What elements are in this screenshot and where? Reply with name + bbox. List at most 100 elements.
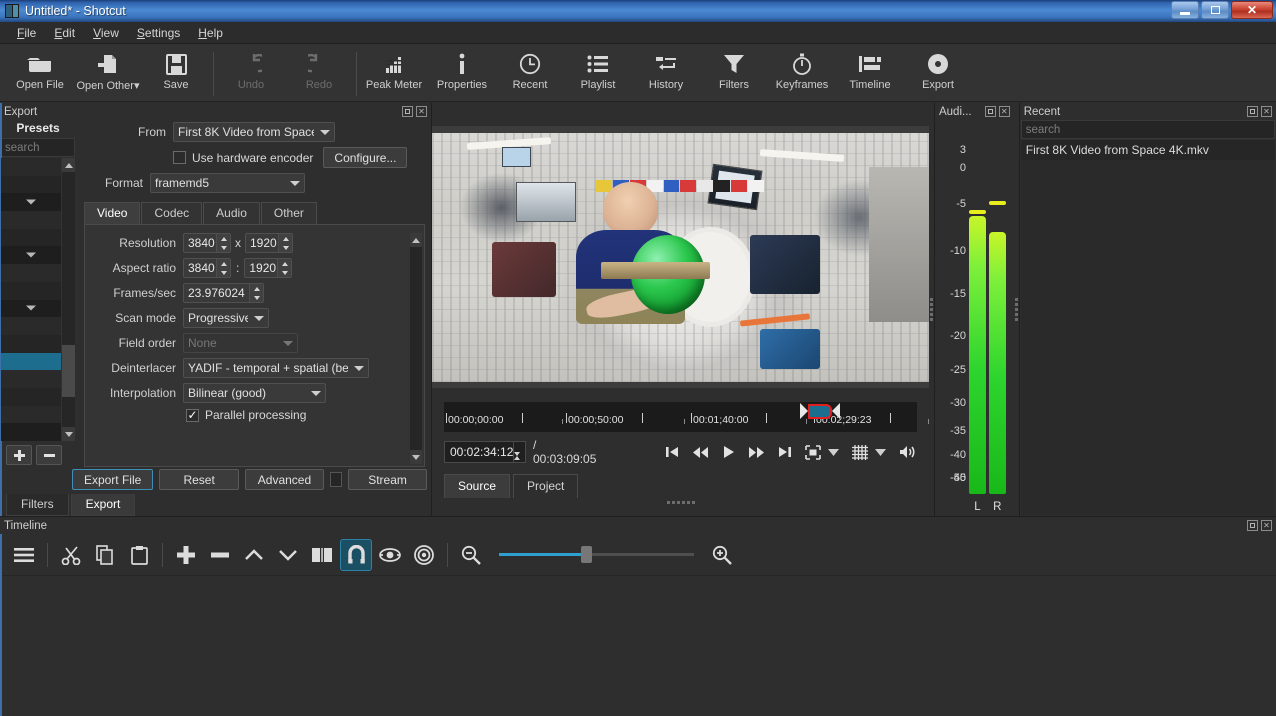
- reset-button[interactable]: Reset: [159, 469, 239, 490]
- stepper-down-icon[interactable]: [514, 452, 525, 470]
- menu-file[interactable]: File: [8, 24, 45, 42]
- float-icon[interactable]: [402, 106, 413, 117]
- resolution-height-input[interactable]: 1920: [245, 233, 293, 253]
- frames-sec-input[interactable]: 23.976024: [183, 283, 264, 303]
- zoom-fit-icon[interactable]: [805, 444, 821, 460]
- interpolation-combo[interactable]: Bilinear (good): [183, 383, 326, 403]
- stepper-up-icon[interactable]: [250, 284, 263, 293]
- preset-row[interactable]: [1, 334, 61, 353]
- color-swatch[interactable]: [329, 472, 343, 487]
- stepper-down-icon[interactable]: [250, 293, 263, 302]
- resolution-width-input[interactable]: 3840: [183, 233, 231, 253]
- scroll-up-icon[interactable]: [62, 158, 75, 172]
- toolbar-history[interactable]: History: [632, 48, 700, 100]
- split-icon[interactable]: [306, 539, 338, 571]
- close-icon[interactable]: ✕: [998, 106, 1010, 117]
- current-position-input[interactable]: 00:02:34:12: [444, 441, 526, 470]
- format-combo[interactable]: framemd5: [150, 173, 305, 193]
- player-timeline-ruler[interactable]: 00:00;00:00 00:00;50:00 00:01;40:00 00:0…: [444, 402, 929, 432]
- export-file-button[interactable]: Export File: [72, 469, 154, 490]
- tab-source[interactable]: Source: [444, 474, 511, 498]
- close-icon[interactable]: ✕: [416, 106, 427, 117]
- menu-settings[interactable]: Settings: [128, 24, 189, 42]
- scrollbar-track[interactable]: [410, 247, 422, 450]
- fast-forward-icon[interactable]: [748, 446, 765, 459]
- grid-icon[interactable]: [852, 444, 868, 460]
- configure-button[interactable]: Configure...: [323, 147, 408, 168]
- volume-icon[interactable]: [899, 445, 917, 459]
- toolbar-filters[interactable]: Filters: [700, 48, 768, 100]
- slider-thumb[interactable]: [580, 546, 592, 563]
- maximize-button[interactable]: [1201, 1, 1229, 19]
- in-out-markers[interactable]: [800, 403, 840, 419]
- out-point-marker[interactable]: [832, 403, 840, 419]
- scrollbar-track[interactable]: [62, 172, 75, 427]
- aspect-num-input[interactable]: 3840: [183, 258, 231, 278]
- scan-mode-combo[interactable]: Progressive: [183, 308, 269, 328]
- toolbar-save[interactable]: Save: [142, 48, 210, 100]
- scroll-up-icon[interactable]: [410, 233, 422, 247]
- preset-group-row[interactable]: [1, 193, 61, 212]
- copy-icon[interactable]: [89, 539, 121, 571]
- stepper-up-icon[interactable]: [279, 234, 292, 243]
- minimize-button[interactable]: [1171, 1, 1199, 19]
- playhead[interactable]: [808, 403, 832, 419]
- float-icon[interactable]: [1247, 520, 1258, 531]
- scroll-down-icon[interactable]: [410, 450, 422, 464]
- preset-row[interactable]: [1, 370, 61, 388]
- toolbar-playlist[interactable]: Playlist: [564, 48, 632, 100]
- recent-list[interactable]: First 8K Video from Space 4K.mkv: [1020, 140, 1275, 515]
- preset-row[interactable]: [1, 387, 61, 406]
- panel-resize-grip-horizontal[interactable]: [432, 498, 929, 507]
- float-icon[interactable]: [1246, 106, 1258, 117]
- grid-dropdown-icon[interactable]: [875, 448, 886, 456]
- toolbar-timeline[interactable]: Timeline: [836, 48, 904, 100]
- tab-codec[interactable]: Codec: [141, 202, 203, 224]
- presets-list[interactable]: [1, 158, 75, 441]
- toolbar-redo[interactable]: Redo: [285, 48, 353, 100]
- preset-row-selected[interactable]: [1, 352, 61, 371]
- field-order-combo[interactable]: None: [183, 333, 298, 353]
- preset-row[interactable]: [1, 281, 61, 300]
- stream-button[interactable]: Stream: [348, 469, 428, 490]
- overwrite-icon[interactable]: [272, 539, 304, 571]
- menu-edit[interactable]: Edit: [45, 24, 84, 42]
- timeline-zoom-slider[interactable]: [499, 545, 694, 565]
- dock-tab-filters[interactable]: Filters: [6, 494, 69, 516]
- skip-to-start-icon[interactable]: [665, 445, 679, 459]
- scroll-down-icon[interactable]: [62, 427, 75, 441]
- tab-other[interactable]: Other: [260, 202, 317, 224]
- lift-icon[interactable]: [238, 539, 270, 571]
- menu-view[interactable]: View: [84, 24, 128, 42]
- hardware-encoder-checkbox[interactable]: [173, 151, 186, 164]
- menu-help[interactable]: Help: [189, 24, 232, 42]
- remove-preset-button[interactable]: [36, 445, 62, 465]
- toolbar-open-other[interactable]: Open Other▾: [74, 48, 142, 100]
- recent-search-input[interactable]: search: [1020, 120, 1275, 139]
- stepper-up-icon[interactable]: [217, 234, 230, 243]
- rewind-icon[interactable]: [692, 446, 709, 459]
- scrollbar-thumb[interactable]: [62, 345, 75, 398]
- stepper-down-icon[interactable]: [278, 268, 292, 277]
- video-tab-scrollbar[interactable]: [409, 233, 422, 464]
- paste-icon[interactable]: [123, 539, 155, 571]
- ripple-delete-icon[interactable]: [204, 539, 236, 571]
- dock-tab-export[interactable]: Export: [70, 494, 136, 516]
- cut-icon[interactable]: [55, 539, 87, 571]
- add-preset-button[interactable]: [6, 445, 32, 465]
- stepper-down-icon[interactable]: [217, 268, 230, 277]
- preset-row[interactable]: [1, 158, 61, 176]
- tab-project[interactable]: Project: [513, 474, 579, 498]
- parallel-processing-checkbox[interactable]: [186, 408, 199, 422]
- toolbar-recent[interactable]: Recent: [496, 48, 564, 100]
- stepper-down-icon[interactable]: [217, 243, 230, 252]
- snap-magnet-icon[interactable]: [340, 538, 372, 571]
- preset-row[interactable]: [1, 406, 61, 424]
- stepper-up-icon[interactable]: [278, 259, 292, 268]
- stepper-up-icon[interactable]: [217, 259, 230, 268]
- video-preview[interactable]: [432, 126, 929, 388]
- preset-group-row[interactable]: [1, 246, 61, 265]
- zoom-dropdown-icon[interactable]: [828, 448, 839, 456]
- close-icon[interactable]: ✕: [1260, 106, 1272, 117]
- append-icon[interactable]: [170, 539, 202, 571]
